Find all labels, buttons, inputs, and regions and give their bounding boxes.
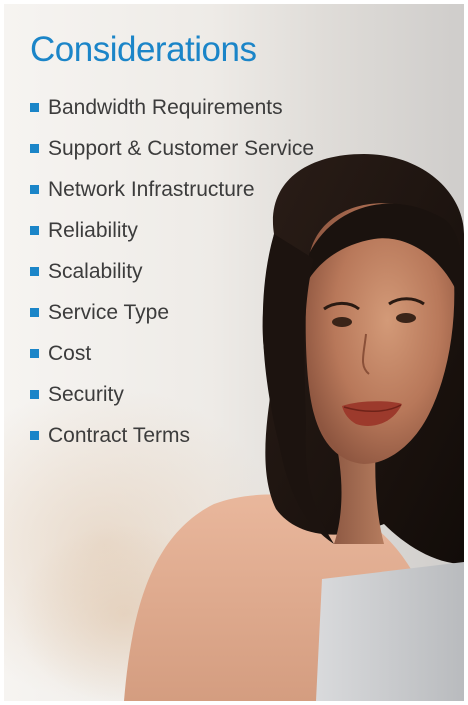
list-item-label: Scalability [48, 259, 143, 283]
list-item-label: Support & Customer Service [48, 136, 315, 160]
considerations-list: Bandwidth Requirements Support & Custome… [30, 87, 314, 456]
square-bullet-icon [30, 103, 39, 112]
list-item: Service Type [30, 292, 314, 333]
list-item-label: Network Infrastructure [48, 177, 255, 201]
square-bullet-icon [30, 226, 39, 235]
square-bullet-icon [30, 185, 39, 194]
list-item-label: Contract Terms [48, 423, 190, 447]
list-item: Bandwidth Requirements [30, 87, 314, 128]
list-item-label: Reliability [48, 218, 138, 242]
list-item: Network Infrastructure [30, 169, 314, 210]
laptop [316, 562, 464, 701]
square-bullet-icon [30, 267, 39, 276]
square-bullet-icon [30, 349, 39, 358]
list-item-label: Cost [48, 341, 92, 365]
list-item: Scalability [30, 251, 314, 292]
page-title: Considerations [30, 30, 257, 69]
promo-card: Considerations Bandwidth Requirements Su… [4, 4, 464, 701]
list-item: Support & Customer Service [30, 128, 314, 169]
list-item-label: Security [48, 382, 124, 406]
list-item: Reliability [30, 210, 314, 251]
list-item: Contract Terms [30, 415, 314, 456]
list-item-label: Bandwidth Requirements [48, 95, 283, 119]
list-item: Security [30, 374, 314, 415]
list-item-label: Service Type [48, 300, 170, 324]
square-bullet-icon [30, 431, 39, 440]
square-bullet-icon [30, 390, 39, 399]
square-bullet-icon [30, 308, 39, 317]
list-item: Cost [30, 333, 314, 374]
square-bullet-icon [30, 144, 39, 153]
